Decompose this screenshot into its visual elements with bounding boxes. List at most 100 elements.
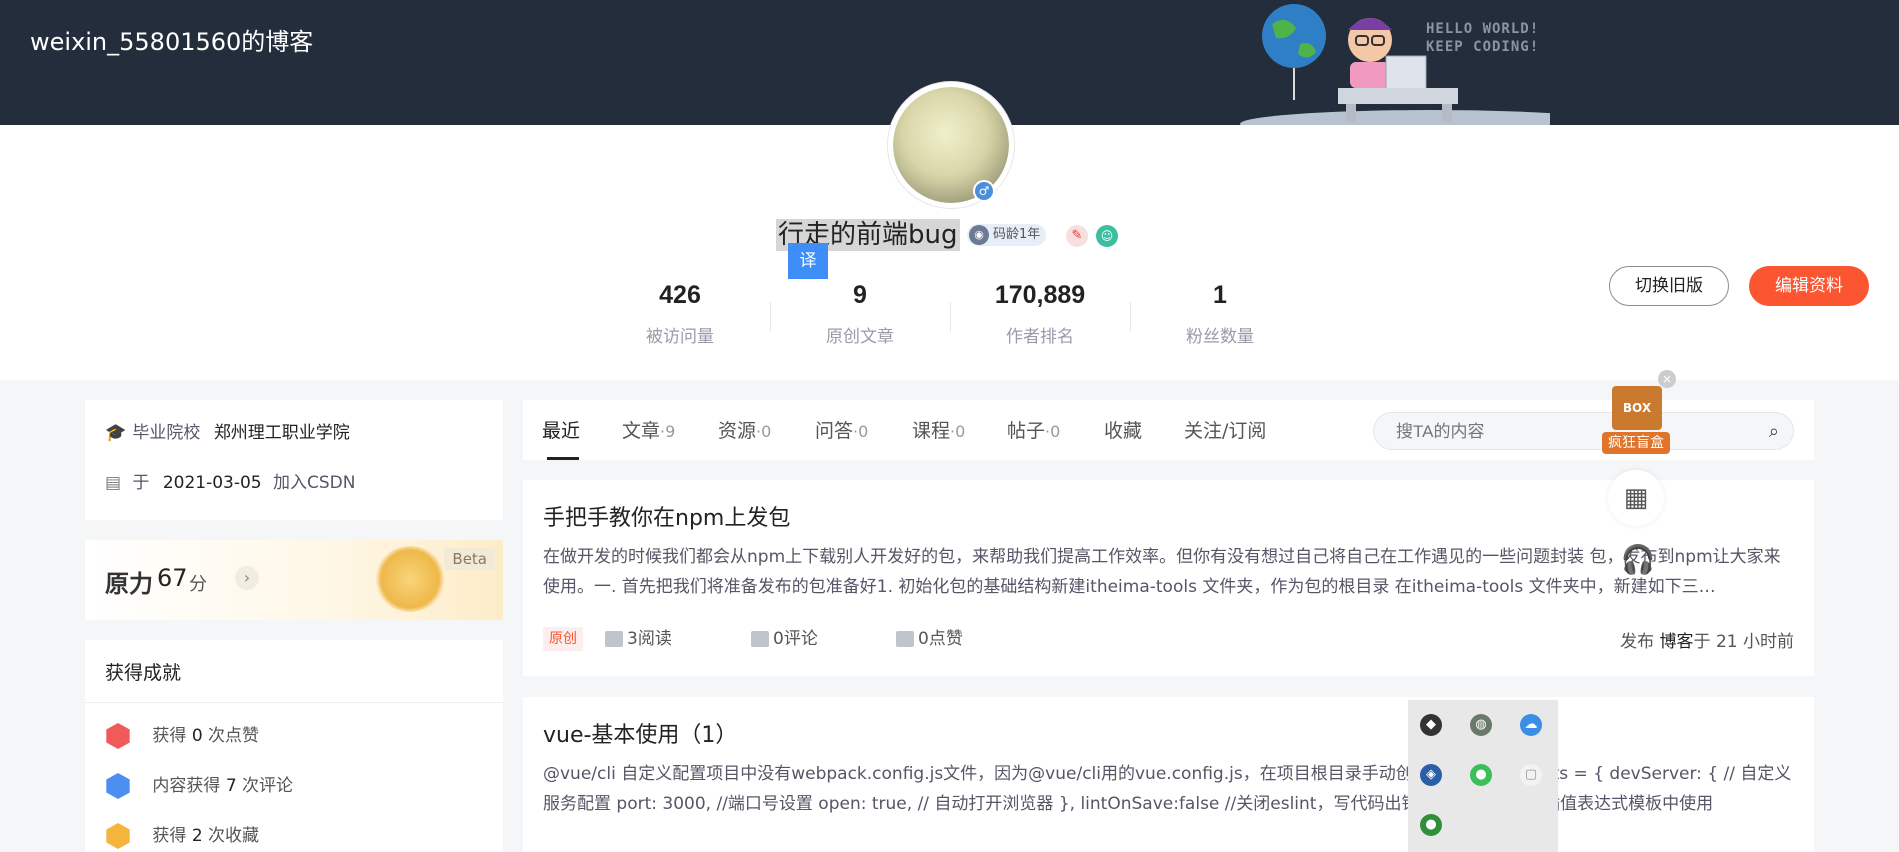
thumbs-up-icon: [896, 631, 914, 647]
robot-icon: ◉: [969, 225, 989, 245]
user-info-card: 🎓 毕业院校 郑州理工职业学院 ▤ 于 2021-03-05 加入CSDN: [85, 400, 503, 520]
original-tag: 原创: [543, 627, 583, 651]
tab-articles[interactable]: 文章·9: [622, 418, 675, 444]
tab-count: ·0: [950, 422, 966, 441]
publish-type: 博客: [1659, 632, 1694, 652]
stat-author-rank[interactable]: 170,889 作者排名: [950, 278, 1130, 347]
tab-courses[interactable]: 课程·0: [912, 418, 965, 444]
comment-count-text: 0评论: [773, 629, 818, 649]
tab-label: 课程: [912, 420, 951, 442]
join-date: 2021-03-05: [162, 473, 262, 493]
article-description: 在做开发的时候我们都会从npm上下载别人开发好的包，来帮助我们提高工作效率。但你…: [543, 547, 1781, 597]
medal-icon: [375, 546, 445, 612]
join-row: ▤ 于 2021-03-05 加入CSDN: [105, 470, 355, 496]
qr-code-icon[interactable]: ▦: [1608, 470, 1664, 526]
read-count: 3阅读: [605, 627, 672, 651]
stat-value: 1: [1213, 281, 1227, 309]
weather-tray-icon[interactable]: ☁: [1520, 714, 1542, 736]
active-tab-indicator: [547, 457, 579, 460]
achievement-prefix: 获得: [152, 826, 187, 846]
tab-label: 收藏: [1104, 420, 1143, 442]
stat-label: 被访问量: [646, 327, 714, 347]
edit-profile-button[interactable]: 编辑资料: [1749, 266, 1869, 306]
headset-icon[interactable]: 🎧: [1618, 540, 1658, 580]
school-value: 郑州理工职业学院: [213, 423, 350, 443]
tab-count: ·0: [853, 422, 869, 441]
achievement-count: 7: [225, 776, 237, 796]
school-label: 毕业院校: [132, 423, 201, 443]
tab-label: 关注/订阅: [1184, 420, 1267, 442]
search-icon[interactable]: ⌕: [1769, 421, 1779, 442]
stat-visits[interactable]: 426 被访问量: [590, 278, 770, 347]
tab-resources[interactable]: 资源·0: [718, 418, 771, 444]
beta-badge: Beta: [444, 548, 495, 570]
achievement-suffix: 次点赞: [208, 726, 260, 746]
school-row: 🎓 毕业院校 郑州理工职业学院: [105, 420, 350, 446]
article-title[interactable]: vue-基本使用（1）: [543, 717, 737, 749]
tab-count: ·0: [1045, 422, 1061, 441]
calendar-icon: ▤: [105, 473, 122, 493]
stat-fans[interactable]: 1 粉丝数量: [1130, 278, 1310, 347]
community-badge-icon[interactable]: ☺: [1096, 225, 1118, 247]
stat-label: 原创文章: [826, 327, 894, 347]
code-age-text: 码龄1年: [993, 227, 1041, 242]
stat-original-articles[interactable]: 9 原创文章: [770, 278, 950, 347]
read-icon: [605, 631, 623, 647]
avatar[interactable]: [888, 82, 1014, 208]
blog-title[interactable]: weixin_55801560的博客: [30, 22, 313, 57]
publish-time: 于 21 小时前: [1693, 632, 1794, 652]
content-search: ⌕: [1373, 412, 1794, 450]
translate-button[interactable]: 译: [788, 243, 828, 279]
like-badge-icon: [106, 723, 130, 749]
join-prefix: 于: [132, 473, 150, 493]
search-input[interactable]: [1394, 421, 1734, 443]
like-count[interactable]: 0点赞: [896, 627, 963, 651]
power-score-card[interactable]: 原力 67 分 › Beta: [85, 540, 503, 620]
comment-count[interactable]: 0评论: [751, 627, 818, 651]
tab-posts[interactable]: 帖子·0: [1007, 418, 1060, 444]
achievement-favorites: 获得 2 次收藏: [105, 822, 259, 850]
honor-badge-icon[interactable]: ✎: [1066, 225, 1088, 247]
tab-count: ·0: [756, 422, 772, 441]
chevron-right-icon[interactable]: ›: [235, 566, 259, 590]
switch-old-version-button[interactable]: 切换旧版: [1609, 266, 1729, 306]
achievement-count: 0: [191, 726, 203, 746]
app-tray-icon[interactable]: ◆: [1420, 714, 1442, 736]
close-icon[interactable]: ×: [1658, 370, 1676, 388]
stat-label: 作者排名: [1006, 327, 1074, 347]
hello-world-slogan: HELLO WORLD! KEEP CODING!: [1426, 20, 1539, 56]
gift-box-icon: BOX: [1612, 386, 1662, 430]
stats-row: 426 被访问量 9 原创文章 170,889 作者排名 1 粉丝数量: [590, 278, 1310, 358]
achievement-suffix: 次评论: [242, 776, 294, 796]
achievements-card: 获得成就 获得 0 次点赞 内容获得 7 次评论 获得 2 次收藏: [85, 640, 503, 852]
tab-qa[interactable]: 问答·0: [815, 418, 868, 444]
code-age-badge[interactable]: ◉ 码龄1年: [967, 224, 1047, 246]
article-card[interactable]: vue-基本使用（1） @vue/cli 自定义配置项目中没有webpack.c…: [523, 697, 1814, 852]
tab-following[interactable]: 关注/订阅: [1184, 418, 1266, 444]
user-tray-icon[interactable]: ◍: [1470, 714, 1492, 736]
window-tray-icon[interactable]: ▢: [1520, 764, 1542, 786]
tab-label: 资源: [718, 420, 757, 442]
graduation-cap-icon: 🎓: [105, 423, 127, 443]
article-title[interactable]: 手把手教你在npm上发包: [543, 500, 790, 532]
power-label: 原力: [105, 570, 153, 598]
achievement-comments: 内容获得 7 次评论: [105, 772, 293, 800]
wechat-tray-icon[interactable]: ●: [1470, 764, 1492, 786]
tab-label: 最近: [542, 420, 581, 442]
blind-box-widget[interactable]: × BOX 疯狂盲盒: [1600, 370, 1676, 454]
male-icon: ♂: [973, 180, 995, 202]
publish-prefix: 发布: [1620, 632, 1655, 652]
tab-label: 文章: [622, 420, 661, 442]
tab-favorites[interactable]: 收藏: [1104, 418, 1142, 444]
like-count-text: 0点赞: [918, 629, 963, 649]
achievement-likes: 获得 0 次点赞: [105, 722, 259, 750]
slogan-line-1: HELLO WORLD!: [1426, 21, 1540, 37]
achievement-count: 2: [191, 826, 203, 846]
publish-info: 发布 博客于 21 小时前: [1620, 627, 1794, 652]
tab-recent[interactable]: 最近: [542, 418, 580, 444]
green-app-tray-icon[interactable]: ●: [1420, 814, 1442, 836]
tab-label: 帖子: [1007, 420, 1046, 442]
banner-illustration: [1240, 4, 1550, 125]
security-tray-icon[interactable]: ◈: [1420, 764, 1442, 786]
achievement-suffix: 次收藏: [208, 826, 260, 846]
